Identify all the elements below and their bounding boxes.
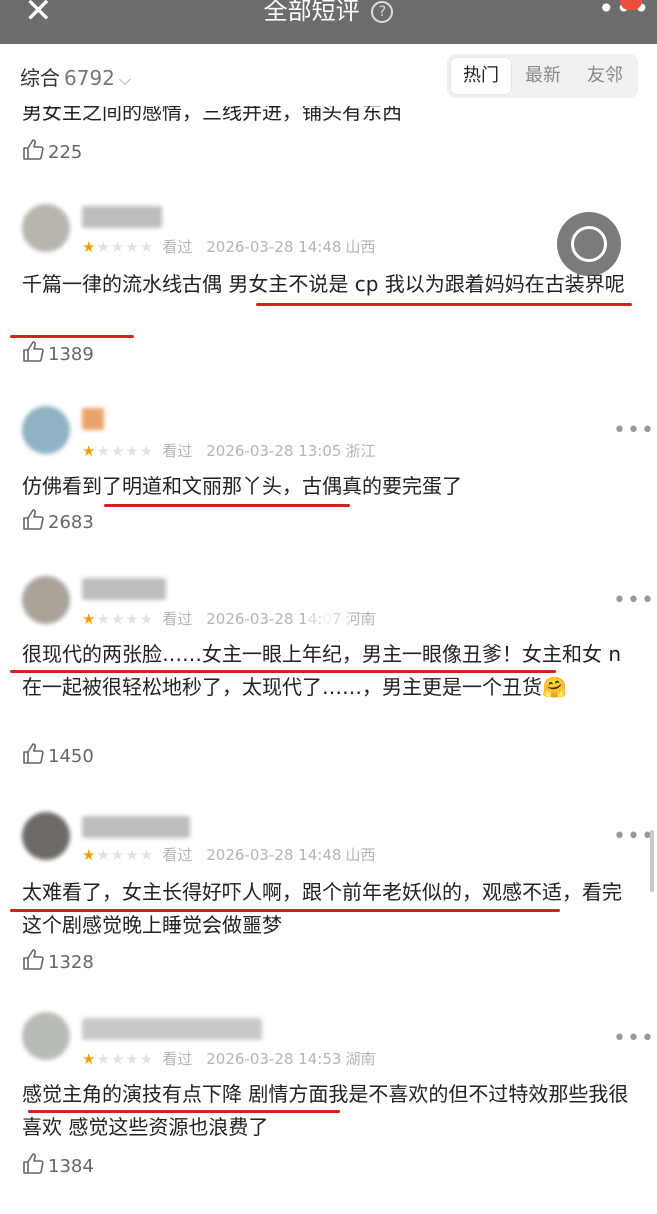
comment-list: 男女主之间的感情，三线并进，铺头有东西 225 ★★★★★ 看过 2026-03-2… [0,106,657,1214]
more-options-icon[interactable]: ••• [613,824,655,849]
comment-location: 山西 [345,846,376,864]
comment-date: 2026-03-28 14:53 [206,1050,342,1068]
comment-text: 男女主之间的感情，三线并进，铺头有东西 [22,106,402,124]
comment-text: 仿佛看到了明道和文丽那丫头，古偶真的要完蛋了 [22,474,462,498]
comment-meta: ★★★★★ 看过 2026-03-28 14:53 湖南 [82,1048,375,1069]
watched-label: 看过 [162,442,193,460]
page-title-text: 全部短评 [263,0,360,25]
thumbs-up-icon [23,509,44,530]
username[interactable] [82,1018,262,1040]
comment-date: 2026-03-28 13:05 [206,442,342,460]
red-underline [10,335,134,338]
comment-meta: ★★★★★ 看过 2026-03-28 14:48 山西 [82,236,375,257]
comment-date: 2026-03-28 14:48 [206,238,342,256]
like-count: 1328 [48,952,94,973]
avatar[interactable] [22,1012,70,1060]
red-underline [28,1110,340,1113]
more-options-icon[interactable]: ••• [613,588,655,613]
watched-label: 看过 [162,238,193,256]
comment-meta: ★★★★★ 看过 2026-03-28 14:48 山西 [82,844,375,865]
thumbs-up-icon [23,139,44,160]
comment-text: 千篇一律的流水线古偶 男女主不说是 cp 我以为跟着妈妈在古装界呢 [22,272,625,296]
red-underline [256,303,632,306]
like-button[interactable]: 225 [22,138,82,164]
tab-friends[interactable]: 友邻 [575,58,635,94]
tab-latest[interactable]: 最新 [513,58,573,94]
rating-stars: ★★★★★ [82,442,155,460]
like-button[interactable]: 2683 [22,508,94,534]
top-bar: ✕ 全部短评 ? ••• [0,0,657,44]
username[interactable] [82,206,162,228]
play-icon[interactable] [302,592,352,642]
red-underline [10,909,560,912]
rating-stars: ★★★★★ [82,238,155,256]
username[interactable] [82,578,166,600]
like-button[interactable]: 1384 [22,1152,94,1178]
rating-stars: ★★★★★ [82,1050,155,1068]
filter-bar: 综合 6792 ⌵ 热门 最新 友邻 [0,44,657,106]
username[interactable] [82,408,104,430]
more-options-icon[interactable]: ••• [613,418,655,443]
avatar[interactable] [22,812,70,860]
sort-label: 综合 [20,66,60,90]
like-count: 225 [48,142,83,163]
thumbs-up-icon [23,341,44,362]
comment-meta: ★★★★★ 看过 2026-03-28 13:05 浙江 [82,440,375,461]
watched-label: 看过 [162,846,193,864]
comment-location: 浙江 [345,442,376,460]
comment-location: 湖南 [345,1050,376,1068]
thumbs-up-icon [23,949,44,970]
comment-date: 2026-03-28 14:48 [206,846,342,864]
screen-record-icon[interactable] [557,212,621,276]
watched-label: 看过 [162,1050,193,1068]
avatar[interactable] [22,406,70,454]
red-underline [104,504,350,507]
watched-label: 看过 [162,610,193,628]
sort-tabs: 热门 最新 友邻 [447,54,638,98]
avatar[interactable] [22,576,70,624]
red-underline [10,670,556,673]
avatar[interactable] [22,204,70,252]
sort-dropdown[interactable]: 综合 6792 ⌵ [20,62,131,91]
rating-stars: ★★★★★ [82,846,155,864]
comment-count: 6792 [64,66,115,90]
rating-stars: ★★★★★ [82,610,155,628]
tab-hot[interactable]: 热门 [451,58,511,94]
like-count: 1384 [48,1156,94,1177]
scrollbar[interactable] [650,830,654,892]
thumbs-up-icon [23,743,44,764]
like-button[interactable]: 1450 [22,742,94,768]
thumbs-up-icon [23,1153,44,1174]
help-icon[interactable]: ? [371,1,394,23]
like-button[interactable]: 1328 [22,948,94,974]
like-button[interactable]: 1389 [22,340,94,366]
page-title: 全部短评 ? [0,0,657,23]
comment-location: 山西 [345,238,376,256]
chevron-down-icon: ⌵ [118,70,132,89]
more-options-icon[interactable]: ••• [613,1026,655,1051]
username[interactable] [82,816,190,838]
like-count: 2683 [48,512,94,533]
like-count: 1389 [48,344,94,365]
like-count: 1450 [48,746,94,767]
